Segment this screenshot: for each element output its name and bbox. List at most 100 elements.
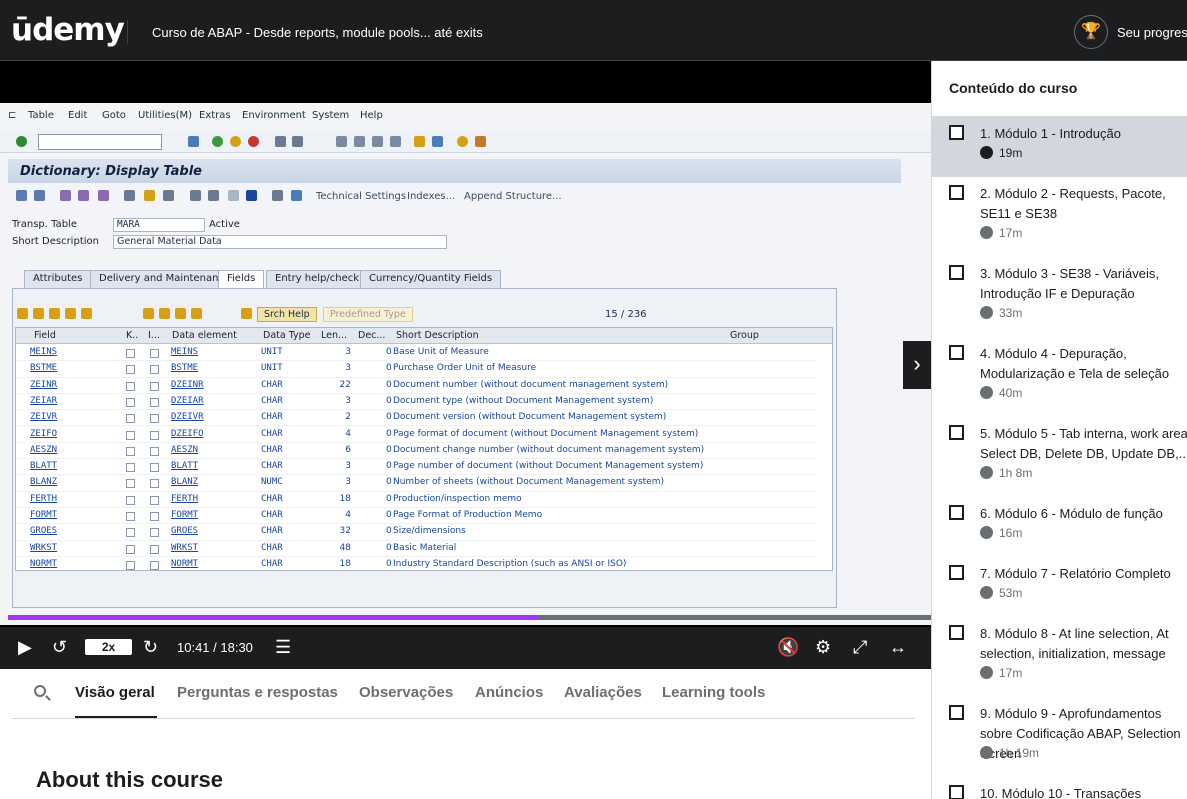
- cell-description: Document number (without document manage…: [393, 379, 669, 390]
- play-icon[interactable]: ▶: [18, 636, 32, 658]
- initial-checkbox: [150, 446, 159, 456]
- cell-length: 2: [345, 412, 351, 423]
- lesson-item[interactable]: 9. Módulo 9 - Aprofundamentos sobre Codi…: [932, 697, 1187, 777]
- tree-icon: [190, 190, 201, 201]
- lesson-checkbox[interactable]: [949, 185, 964, 200]
- col-data-element: Data element: [172, 330, 237, 341]
- key-checkbox: [126, 560, 135, 570]
- cell-description: Document type (without Document Manageme…: [393, 395, 654, 406]
- lesson-checkbox[interactable]: [949, 785, 964, 799]
- udemy-logo[interactable]: ūdemy: [11, 12, 125, 48]
- expand-icon[interactable]: ↔: [889, 636, 907, 658]
- lesson-item[interactable]: 7. Módulo 7 - Relatório Completo 53m: [932, 557, 1187, 617]
- lesson-duration: 17m: [980, 226, 1022, 240]
- key-checkbox: [126, 544, 135, 554]
- initial-checkbox: [150, 365, 159, 375]
- transcript-icon[interactable]: ☰: [275, 636, 291, 658]
- cell-field: ZEIFO: [30, 428, 58, 439]
- lesson-checkbox[interactable]: [949, 705, 964, 720]
- lesson-checkbox[interactable]: [949, 265, 964, 280]
- grid-row: AESZN AESZN CHAR 6 0 Document change number (…: [16, 443, 816, 460]
- lesson-item[interactable]: 3. Módulo 3 - SE38 - Variáveis, Introduç…: [932, 257, 1187, 337]
- col-initial: I...: [148, 330, 160, 341]
- lesson-item[interactable]: 2. Módulo 2 - Requests, Pacote, SE11 e S…: [932, 177, 1187, 257]
- cell-data-element: DZEIAR: [171, 395, 204, 406]
- cell-data-type: CHAR: [261, 510, 283, 520]
- technical-settings-link: Technical Settings: [316, 191, 407, 202]
- tab-reviews[interactable]: Avaliações: [564, 684, 642, 701]
- cell-decimals: 0: [386, 363, 392, 374]
- lesson-checkbox[interactable]: [949, 565, 964, 580]
- srch-help-button: Srch Help: [257, 307, 317, 322]
- lesson-checkbox[interactable]: [949, 345, 964, 360]
- lesson-checkbox[interactable]: [949, 505, 964, 520]
- sap-menu-bar: ⊏ Table Edit Goto Utilities(M) Extras En…: [0, 110, 931, 126]
- tab-qa[interactable]: Perguntas e respostas: [177, 684, 338, 701]
- cell-description: Document change number (without document…: [393, 444, 705, 455]
- lesson-duration: 1h 19m: [980, 746, 1039, 760]
- cell-description: Basic Material: [393, 542, 457, 553]
- sidebar-title: Conteúdo do curso: [949, 80, 1078, 96]
- rewind-icon[interactable]: ↺: [52, 636, 67, 658]
- cell-field: ZEINR: [30, 379, 58, 390]
- sap-tab-entry-help: Entry help/check: [266, 270, 369, 288]
- where-used-icon: [124, 190, 135, 201]
- lesson-checkbox[interactable]: [949, 125, 964, 140]
- back-arrow-icon: [16, 190, 27, 201]
- cell-length: 32: [339, 526, 351, 537]
- cell-field: BSTME: [30, 363, 58, 374]
- sap-screen-title: Dictionary: Display Table: [8, 159, 901, 183]
- lesson-item[interactable]: 4. Módulo 4 - Depuração, Modularização e…: [932, 337, 1187, 417]
- tab-notes[interactable]: Observações: [359, 684, 453, 701]
- lesson-checkbox[interactable]: [949, 625, 964, 640]
- sap-tab-fields: Fields: [218, 270, 265, 288]
- seek-bar[interactable]: [8, 615, 931, 620]
- lesson-item[interactable]: 1. Módulo 1 - Introdução 19m: [932, 117, 1187, 177]
- mute-icon[interactable]: 🔇: [777, 636, 799, 658]
- settings-gear-icon[interactable]: ⚙: [815, 636, 831, 658]
- cell-length: 18: [339, 558, 351, 569]
- fullscreen-icon[interactable]: ⤢: [853, 636, 867, 658]
- sap-menu-item: Extras: [199, 110, 231, 121]
- tab-overview[interactable]: Visão geral: [75, 684, 155, 701]
- lesson-title: 8. Módulo 8 - At line selection, At sele…: [980, 626, 1169, 661]
- lesson-item[interactable]: 5. Módulo 5 - Tab interna, work area, Se…: [932, 417, 1187, 497]
- key-checkbox: [126, 349, 135, 358]
- forward-icon[interactable]: ↻: [143, 636, 158, 658]
- progress-label[interactable]: Seu progresso: [1117, 25, 1187, 40]
- grid-row: BLATT BLATT CHAR 3 0 Page number of document …: [16, 459, 816, 476]
- lesson-checkbox[interactable]: [949, 425, 964, 440]
- grid-row: NORMT NORMT CHAR 18 0 Industry Standard Descr…: [16, 557, 816, 574]
- find-field-icon: [191, 308, 202, 319]
- sap-tabstrip: Attributes Delivery and Maintenance Fiel…: [12, 270, 842, 288]
- lesson-item[interactable]: 6. Módulo 6 - Módulo de função 16m: [932, 497, 1187, 557]
- next-lecture-button[interactable]: ›: [903, 341, 931, 389]
- key-checkbox: [126, 463, 135, 473]
- sap-menu-item: Help: [360, 110, 383, 121]
- lesson-item[interactable]: 8. Módulo 8 - At line selection, At sele…: [932, 617, 1187, 697]
- col-length: Len...: [321, 330, 348, 341]
- sap-menu-item: System: [312, 110, 350, 121]
- initial-checkbox: [150, 414, 159, 424]
- tab-learning-tools[interactable]: Learning tools: [662, 684, 765, 701]
- initial-checkbox: [150, 349, 159, 358]
- video-frame[interactable]: ⊏ Table Edit Goto Utilities(M) Extras En…: [0, 103, 931, 625]
- trophy-icon[interactable]: 🏆: [1074, 15, 1108, 49]
- tab-announcements[interactable]: Anúncios: [475, 684, 543, 701]
- playback-speed-button[interactable]: 2x: [85, 639, 132, 655]
- video-player[interactable]: ⊏ Table Edit Goto Utilities(M) Extras En…: [0, 61, 931, 669]
- search-icon[interactable]: [34, 685, 46, 697]
- col-decimals: Dec...: [358, 330, 386, 341]
- lesson-title: 1. Módulo 1 - Introdução: [980, 126, 1121, 141]
- key-checkbox: [126, 430, 135, 440]
- grid-row: FORMT FORMT CHAR 4 0 Page Format of Productio…: [16, 508, 816, 525]
- cell-data-type: CHAR: [261, 461, 283, 472]
- back-icon: [212, 136, 223, 147]
- cell-field: FORMT: [30, 510, 58, 520]
- lesson-item[interactable]: 10. Módulo 10 - Transações standard: [932, 777, 1187, 799]
- insert-row-icon: [65, 308, 76, 319]
- sap-title-text: Dictionary: Display Table: [20, 164, 202, 179]
- lesson-title: 3. Módulo 3 - SE38 - Variáveis, Introduç…: [980, 266, 1159, 301]
- sap-application-toolbar: Technical Settings Indexes... Append Str…: [8, 185, 901, 207]
- initial-checkbox: [150, 430, 159, 440]
